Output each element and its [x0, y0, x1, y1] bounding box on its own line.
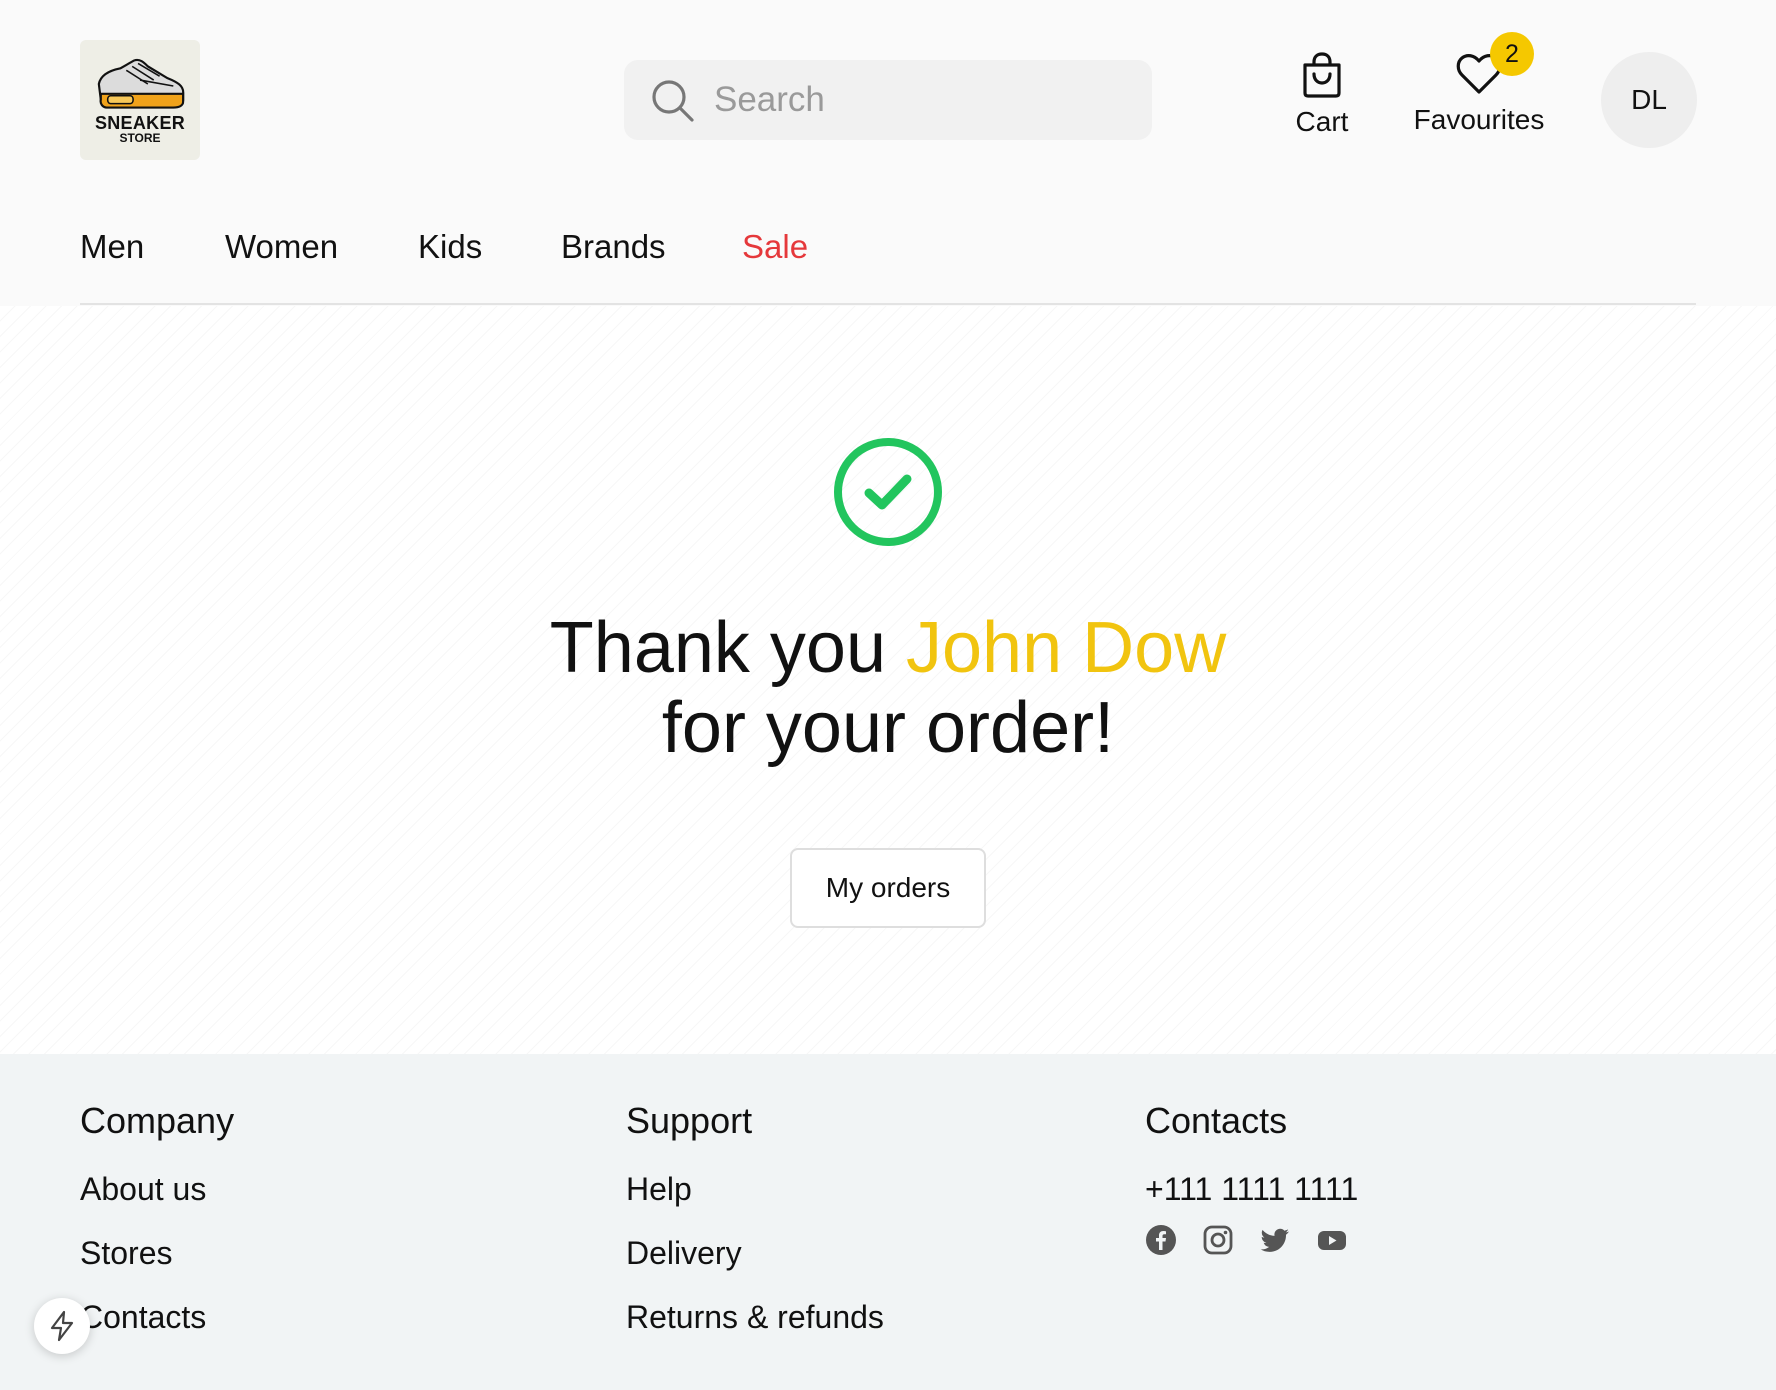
footer-link-returns[interactable]: Returns & refunds [626, 1298, 884, 1337]
contact-phone[interactable]: +111 1111 1111 [1145, 1170, 1358, 1209]
thank-you-line2: for your order! [661, 688, 1115, 768]
footer-company-column: Company About us Stores Contacts [80, 1100, 234, 1362]
twitter-icon[interactable] [1259, 1224, 1291, 1256]
facebook-icon[interactable] [1145, 1224, 1177, 1256]
cart-button[interactable]: Cart [1285, 52, 1359, 138]
category-nav: Men Women Kids Brands Sale [80, 200, 1696, 305]
nav-item-men[interactable]: Men [80, 228, 144, 266]
order-confirmation: Thank you John Dow for your order! My or… [0, 306, 1776, 1054]
store-logo[interactable]: SNEAKER STORE [80, 40, 200, 160]
logo-subtitle: STORE [119, 131, 161, 145]
user-avatar[interactable]: DL [1601, 52, 1697, 148]
nav-item-kids[interactable]: Kids [418, 228, 482, 266]
cart-label: Cart [1295, 106, 1349, 137]
sneaker-logo-icon [97, 58, 185, 109]
quick-action-bolt-button[interactable] [34, 1298, 90, 1354]
thank-you-prefix: Thank you [549, 608, 886, 688]
footer-company-title: Company [80, 1100, 235, 1141]
social-links [1145, 1224, 1358, 1256]
site-footer: Company About us Stores Contacts Support… [0, 1054, 1776, 1390]
footer-link-help[interactable]: Help [626, 1170, 884, 1209]
search-bar [624, 60, 1152, 140]
footer-contacts-title: Contacts [1145, 1100, 1288, 1141]
search-icon[interactable] [650, 78, 696, 124]
favourites-label: Favourites [1413, 104, 1545, 135]
footer-support-column: Support Help Delivery Returns & refunds [626, 1100, 884, 1362]
nav-item-brands[interactable]: Brands [561, 228, 666, 266]
lightning-icon [50, 1310, 74, 1342]
site-header: SNEAKER STORE Cart Favourites 2 DL [0, 0, 1776, 200]
footer-contacts-column: Contacts +111 1111 1111 [1145, 1100, 1358, 1256]
thank-you-heading: Thank you John Dow for your order! [288, 608, 1488, 768]
footer-link-stores[interactable]: Stores [80, 1234, 234, 1273]
logo-wordmark: SNEAKER [94, 113, 186, 133]
favourites-count-badge: 2 [1490, 32, 1534, 76]
customer-name: John Dow [906, 608, 1227, 688]
footer-link-about-us[interactable]: About us [80, 1170, 234, 1209]
instagram-icon[interactable] [1202, 1224, 1234, 1256]
youtube-icon[interactable] [1316, 1224, 1348, 1256]
my-orders-button[interactable]: My orders [790, 848, 986, 928]
success-check-icon [834, 438, 942, 546]
nav-item-sale[interactable]: Sale [742, 228, 808, 266]
footer-link-contacts[interactable]: Contacts [80, 1298, 234, 1337]
footer-support-title: Support [626, 1100, 753, 1141]
shopping-bag-icon [1303, 52, 1341, 98]
footer-link-delivery[interactable]: Delivery [626, 1234, 884, 1273]
nav-item-women[interactable]: Women [225, 228, 338, 266]
search-input[interactable] [714, 74, 1134, 126]
